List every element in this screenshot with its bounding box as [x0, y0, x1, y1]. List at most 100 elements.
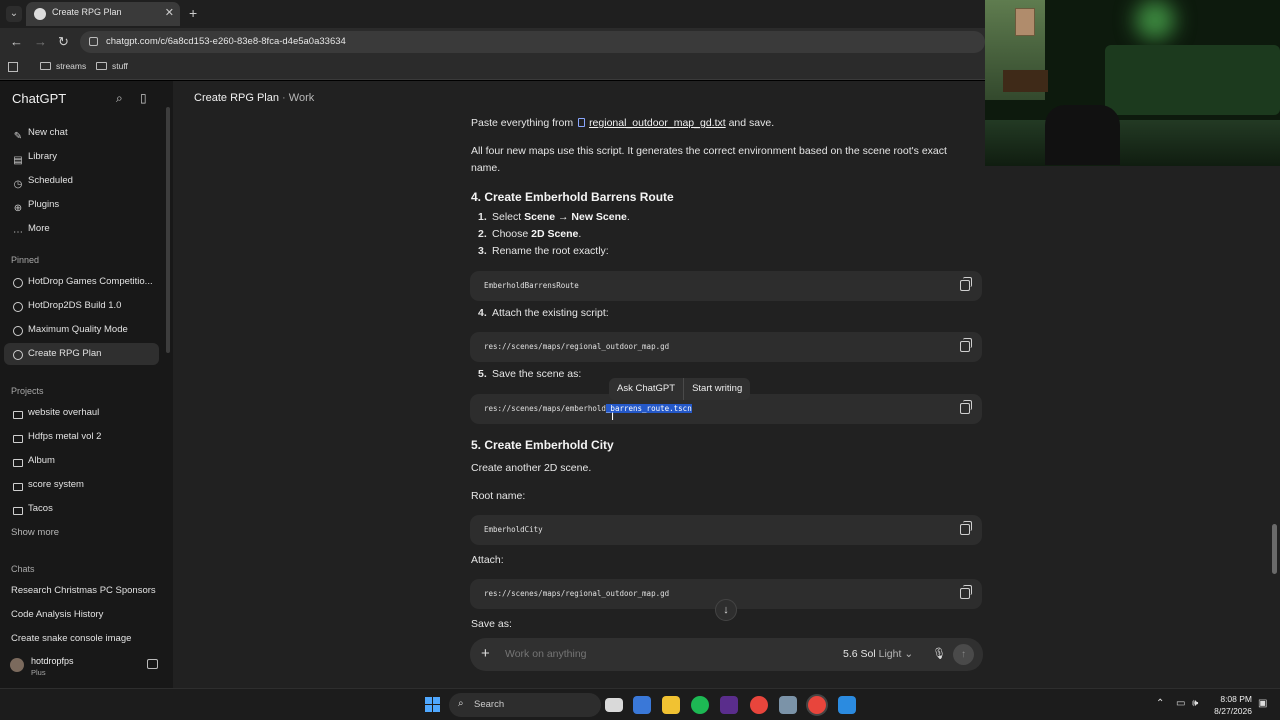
- search-icon[interactable]: ⌕: [116, 91, 123, 106]
- file-link[interactable]: regional_outdoor_map_gd.txt: [589, 117, 726, 129]
- apps-grid-icon[interactable]: [8, 62, 18, 72]
- selected-text[interactable]: _barrens_route.tscn: [605, 404, 692, 413]
- copy-icon[interactable]: [960, 277, 972, 291]
- copy-icon[interactable]: [960, 400, 972, 414]
- folder-icon: [12, 407, 24, 423]
- url-text[interactable]: chatgpt.com/c/6a8cd153-e260-83e8-8fca-d4…: [106, 36, 346, 47]
- compose-icon: ✎: [13, 131, 23, 142]
- code-text[interactable]: EmberholdBarrensRoute: [484, 281, 579, 290]
- new-chat-button[interactable]: ✎ New chat: [11, 123, 159, 143]
- bookmark-streams[interactable]: streams: [40, 61, 86, 71]
- pinned-chat-item[interactable]: HotDrop Games Competitio...: [11, 272, 159, 292]
- tray-overflow-icon[interactable]: ⌃: [1156, 698, 1164, 709]
- chrome-icon[interactable]: [750, 696, 768, 714]
- omnibox[interactable]: chatgpt.com/c/6a8cd153-e260-83e8-8fca-d4…: [80, 31, 985, 53]
- paragraph: Create another 2D scene.: [471, 462, 592, 474]
- paragraph: Root name:: [471, 490, 526, 502]
- project-item[interactable]: score system: [11, 475, 159, 495]
- site-info-icon[interactable]: [89, 37, 98, 46]
- add-attachment-icon[interactable]: +: [481, 645, 490, 662]
- new-tab-button[interactable]: +: [189, 5, 197, 21]
- vscode-icon[interactable]: [838, 696, 856, 714]
- network-icon[interactable]: ▭: [1176, 698, 1185, 709]
- list-item: 1. Select Scene → New Scene.: [478, 211, 630, 223]
- projects-header: Projects: [11, 386, 44, 396]
- pinned-chat-item[interactable]: Maximum Quality Mode: [11, 320, 159, 340]
- send-button[interactable]: ↑: [953, 644, 974, 665]
- pinned-chat-item[interactable]: HotDrop2DS Build 1.0: [11, 296, 159, 316]
- microphone-icon[interactable]: 🎙︎: [932, 647, 946, 660]
- file-explorer-icon[interactable]: [662, 696, 680, 714]
- file-icon: [578, 118, 586, 127]
- brand-title[interactable]: ChatGPT: [12, 91, 66, 106]
- selection-popover: Ask ChatGPT Start writing: [609, 378, 751, 400]
- pinned-chat-item-active[interactable]: Create RPG Plan: [4, 343, 159, 365]
- chat-bubble-icon: [12, 324, 24, 340]
- project-item[interactable]: website overhaul: [11, 403, 159, 423]
- back-icon[interactable]: ←: [10, 34, 23, 49]
- plugins-icon: ⊕: [13, 203, 23, 214]
- taskbar-search[interactable]: ⌕ Search: [449, 693, 601, 717]
- chat-bubble-icon: [12, 300, 24, 316]
- model-selector[interactable]: 5.6 Sol Light ⌄: [843, 648, 913, 660]
- chat-history-item[interactable]: Code Analysis History: [11, 605, 159, 625]
- project-item[interactable]: Hdfps metal vol 2: [11, 427, 159, 447]
- more-button[interactable]: ⋯ More: [11, 219, 159, 239]
- breadcrumb: Create RPG Plan · Work: [194, 92, 314, 104]
- chevron-down-icon: ⌄: [904, 648, 914, 660]
- browser-tab[interactable]: Create RPG Plan ✕: [26, 2, 180, 26]
- sidebar-scrollbar[interactable]: [166, 107, 170, 353]
- volume-icon[interactable]: 🕪︎: [1192, 698, 1198, 709]
- clock[interactable]: 8:08 PM 8/27/2026: [1206, 693, 1252, 717]
- plugins-button[interactable]: ⊕ Plugins: [11, 195, 159, 215]
- forward-icon[interactable]: →: [34, 34, 47, 49]
- avatar: [10, 658, 24, 672]
- project-item[interactable]: Album: [11, 451, 159, 471]
- prompt-input[interactable]: [505, 648, 805, 660]
- ask-chatgpt-button[interactable]: Ask ChatGPT: [609, 378, 683, 400]
- chrome-active-icon[interactable]: [808, 696, 826, 714]
- close-tab-icon[interactable]: ✕: [165, 6, 174, 19]
- library-button[interactable]: ▤ Library: [11, 147, 159, 167]
- main-scrollbar[interactable]: [1272, 524, 1277, 574]
- sidebar-toggle-icon[interactable]: ▯: [140, 91, 147, 105]
- section-heading: 4. Create Emberhold Barrens Route: [471, 190, 674, 204]
- copy-icon[interactable]: [960, 338, 972, 352]
- tab-search-button[interactable]: ⌄: [6, 6, 22, 22]
- page-title[interactable]: Create RPG Plan: [194, 92, 279, 104]
- list-item: 2. Choose 2D Scene.: [478, 228, 582, 240]
- reload-icon[interactable]: ↻: [58, 34, 69, 50]
- bookmark-stuff[interactable]: stuff: [96, 61, 128, 71]
- invite-icon[interactable]: [147, 659, 158, 669]
- spotify-icon[interactable]: [691, 696, 709, 714]
- show-more-button[interactable]: Show more: [11, 523, 159, 543]
- code-text[interactable]: EmberholdCity: [484, 525, 543, 534]
- code-text[interactable]: res://scenes/maps/regional_outdoor_map.g…: [484, 589, 669, 598]
- copy-icon[interactable]: [960, 521, 972, 535]
- task-view-icon[interactable]: [605, 698, 623, 712]
- notification-icon[interactable]: ▣: [1258, 698, 1267, 709]
- code-block[interactable]: res://scenes/maps/regional_outdoor_map.g…: [470, 332, 982, 362]
- code-block[interactable]: EmberholdBarrensRoute: [470, 271, 982, 301]
- project-item[interactable]: Tacos: [11, 499, 159, 519]
- scheduled-button[interactable]: ◷ Scheduled: [11, 171, 159, 191]
- hud-fx-icon[interactable]: [720, 696, 738, 714]
- project-label[interactable]: Work: [289, 92, 314, 104]
- webcam-light: [1135, 0, 1175, 40]
- code-text[interactable]: res://scenes/maps/regional_outdoor_map.g…: [484, 342, 669, 351]
- webcam-couch: [1105, 45, 1280, 115]
- folder-icon: [40, 62, 51, 70]
- scroll-to-bottom-button[interactable]: ↓: [715, 599, 737, 621]
- code-block[interactable]: EmberholdCity: [470, 515, 982, 545]
- steam-icon[interactable]: [779, 696, 797, 714]
- user-plan: Plus: [31, 668, 46, 677]
- webcam-chair: [1045, 105, 1120, 165]
- notepad-icon[interactable]: [633, 696, 651, 714]
- start-writing-button[interactable]: Start writing: [684, 378, 750, 400]
- windows-start-icon[interactable]: [425, 697, 441, 713]
- chat-history-item[interactable]: Create snake console image: [11, 629, 159, 649]
- code-text[interactable]: res://scenes/maps/emberhold_barrens_rout…: [484, 404, 692, 413]
- copy-icon[interactable]: [960, 585, 972, 599]
- pinned-header: Pinned: [11, 255, 40, 265]
- chat-history-item[interactable]: Research Christmas PC Sponsors: [11, 581, 159, 601]
